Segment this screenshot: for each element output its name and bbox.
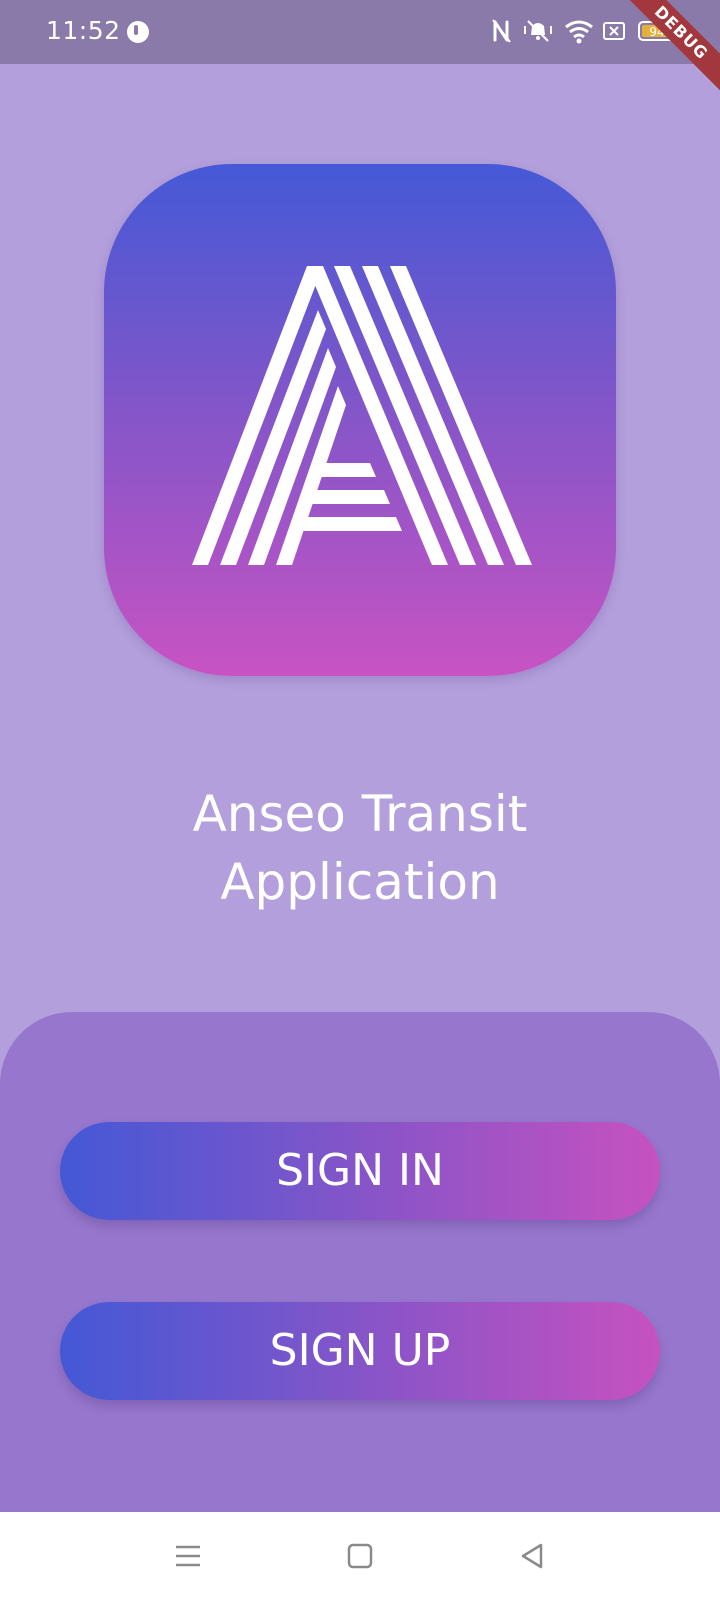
anseo-a-logo-icon (192, 266, 532, 565)
wifi-icon (565, 20, 593, 44)
back-icon[interactable] (514, 1538, 550, 1574)
app-logo (104, 164, 616, 676)
vibrate-icon (524, 20, 552, 42)
status-time: 11:52 (46, 16, 121, 45)
app-title-line-2: Application (220, 853, 500, 911)
app-title-line-1: Anseo Transit (192, 785, 528, 843)
nfc-icon (492, 19, 511, 43)
sign-up-button[interactable]: SIGN UP (60, 1302, 660, 1400)
app-notification-icon (127, 21, 149, 43)
home-icon[interactable] (342, 1538, 378, 1574)
auth-panel (0, 1012, 720, 1512)
status-bar: 11:52 94 (0, 0, 720, 64)
system-navigation-bar (0, 1512, 720, 1600)
no-sim-icon (603, 22, 625, 40)
menu-icon[interactable] (170, 1538, 206, 1574)
sign-in-button[interactable]: SIGN IN (60, 1122, 660, 1220)
app-title: Anseo Transit Application (0, 780, 720, 916)
